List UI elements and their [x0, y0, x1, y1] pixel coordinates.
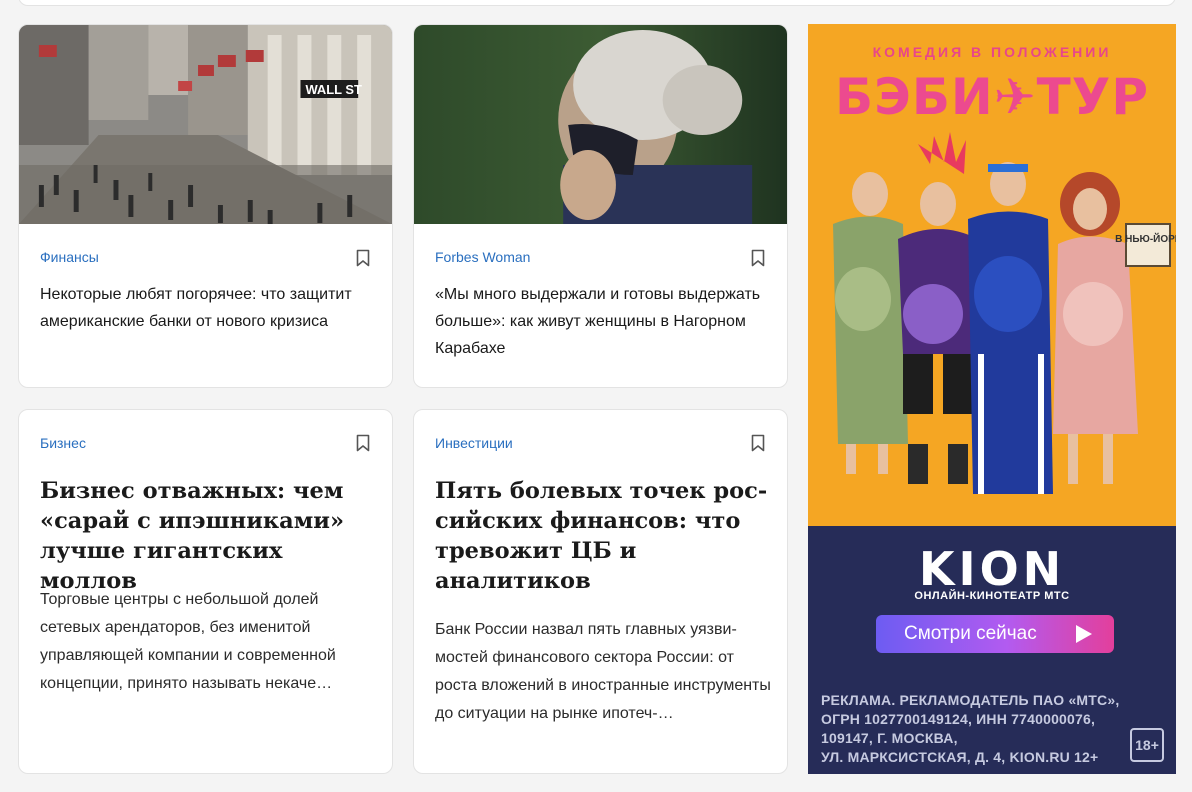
kion-tagline: ОНЛАЙН-КИНОТЕАТР МТС: [914, 590, 1070, 602]
watch-now-button[interactable]: Смотри сейчас: [876, 615, 1114, 653]
article-rubric[interactable]: Forbes Woman: [435, 249, 530, 265]
article-title[interactable]: Бизнес отважных: чем «сарай с ипэшниками…: [40, 476, 374, 596]
article-title[interactable]: «Мы много выдержали и готовы выдер­жать …: [435, 281, 767, 362]
play-icon: [1076, 625, 1092, 643]
article-image-woman[interactable]: [414, 25, 787, 224]
bookmark-icon[interactable]: [751, 434, 765, 452]
bookmark-icon[interactable]: [356, 434, 370, 452]
watch-now-label: Смотри сейчас: [904, 623, 1037, 644]
article-lead: Торговые центры с небольшой долей сетевы…: [40, 591, 336, 692]
article-card-business[interactable]: Бизнес Бизнес отважных: чем «сарай с ипэ…: [18, 409, 393, 774]
wall-street-sign: WALL ST: [305, 82, 362, 97]
article-card-forbes-woman[interactable]: Forbes Woman «Мы много выдержали и готов…: [413, 24, 788, 388]
bookmark-icon[interactable]: [751, 249, 765, 267]
article-title[interactable]: Некоторые любят погорячее: что защи­тит …: [40, 281, 372, 335]
ad-sign-text: В НЬЮ-ЙОРК: [1115, 232, 1176, 245]
article-card-investments[interactable]: Инвестиции Пять болевых точек рос­сийски…: [413, 409, 788, 774]
article-rubric[interactable]: Финансы: [40, 249, 99, 265]
age-rating-badge: 18+: [1130, 728, 1164, 762]
ad-poster[interactable]: Комедия в положении БЭБИ✈ТУР: [808, 24, 1176, 526]
ad-footer[interactable]: KION ОНЛАЙН-КИНОТЕАТР МТС Смотри сейчас …: [808, 526, 1176, 774]
article-card-finance[interactable]: WALL ST Финансы Некоторые любят погоряче…: [18, 24, 393, 388]
article-image-wall-street[interactable]: WALL ST: [19, 25, 392, 224]
article-rubric[interactable]: Бизнес: [40, 435, 86, 451]
article-title[interactable]: Пять болевых точек рос­сийских финансов:…: [435, 476, 769, 596]
article-lead: Банк России назвал пять главных уязви­мо…: [435, 621, 771, 722]
previous-card-edge: [18, 0, 1176, 6]
ad-illustration: В НЬЮ-ЙОРК: [833, 132, 1176, 494]
bookmark-icon[interactable]: [356, 249, 370, 267]
ad-legal-text: РЕКЛАМА. РЕКЛАМОДАТЕЛЬ ПАО «МТС», ОГРН 1…: [821, 692, 1120, 765]
article-rubric[interactable]: Инвестиции: [435, 435, 513, 451]
kion-logo: KION: [918, 542, 1066, 596]
advertisement-banner[interactable]: Комедия в положении БЭБИ✈ТУР: [808, 24, 1176, 774]
